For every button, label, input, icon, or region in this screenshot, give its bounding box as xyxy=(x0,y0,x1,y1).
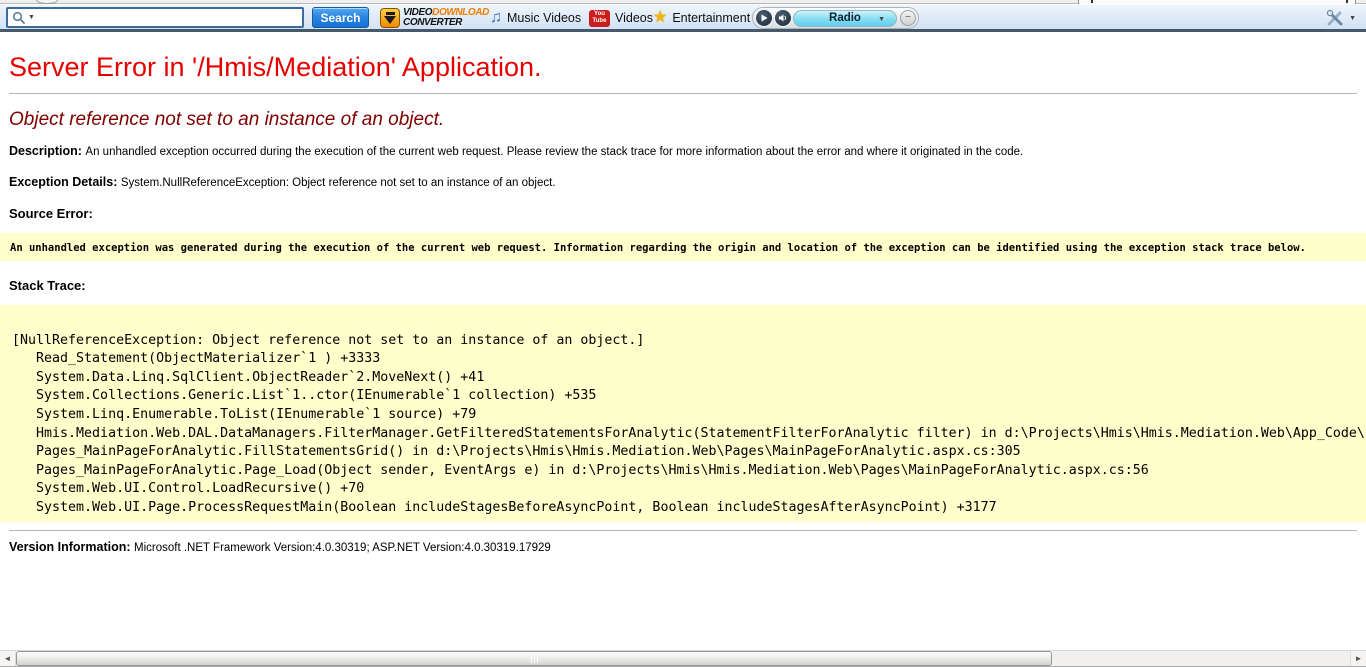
logo-text: VIDEODOWNLOAD CONVERTER xyxy=(403,8,489,28)
collapse-player-button[interactable]: − xyxy=(900,10,916,26)
radio-station-dropdown[interactable]: Radio ▼ xyxy=(793,10,897,27)
error-page: Server Error in '/Hmis/Mediation' Applic… xyxy=(0,35,1366,554)
video-download-converter-logo[interactable]: VIDEODOWNLOAD CONVERTER xyxy=(380,7,489,29)
scrollbar-thumb[interactable] xyxy=(16,651,1052,666)
radio-station-label: Radio xyxy=(829,12,861,24)
speaker-icon xyxy=(778,13,788,23)
toolbar-link-label: Entertainment xyxy=(672,11,750,25)
scroll-left-button[interactable]: ◄ xyxy=(0,651,16,666)
tools-icon xyxy=(1325,8,1345,28)
toolbar-settings-menu[interactable]: ▼ xyxy=(1325,8,1360,28)
page-title: Server Error in '/Hmis/Mediation' Applic… xyxy=(9,52,1357,83)
browser-window: ▼ Search VIDEODOWNLOAD CONVERTER ♫ Music… xyxy=(0,0,1366,667)
toolbar-link-music-videos[interactable]: ♫ Music Videos xyxy=(490,8,581,28)
music-note-icon: ♫ xyxy=(490,10,502,26)
volume-button[interactable] xyxy=(774,9,792,27)
version-information-line: Version Information: Microsoft .NET Fram… xyxy=(9,540,1357,554)
scroll-right-button[interactable]: ► xyxy=(1350,651,1366,666)
search-input[interactable] xyxy=(39,11,298,25)
chevron-down-icon: ▼ xyxy=(1349,15,1356,22)
description-line: Description: An unhandled exception occu… xyxy=(9,144,1357,158)
exception-details-label: Exception Details: xyxy=(9,175,121,189)
toolbar-link-entertainment[interactable]: ★ Entertainment xyxy=(653,8,750,28)
version-information-label: Version Information: xyxy=(9,540,134,554)
stack-trace-heading: Stack Trace: xyxy=(9,278,1357,293)
source-error-heading: Source Error: xyxy=(9,206,1357,221)
search-box[interactable]: ▼ xyxy=(6,7,304,28)
search-scope-caret-icon[interactable]: ▼ xyxy=(28,14,35,21)
download-arrow-icon xyxy=(380,8,400,28)
toolbar-link-label: Videos xyxy=(615,11,653,25)
tab-edge-fragment xyxy=(36,0,58,4)
divider xyxy=(9,530,1357,531)
logo-word-converter: CONVERTER xyxy=(403,18,489,28)
horizontal-scrollbar[interactable]: ◄ ► xyxy=(0,650,1366,667)
stack-trace-box: [NullReferenceException: Object referenc… xyxy=(0,305,1366,522)
chevron-down-icon: ▼ xyxy=(878,16,885,23)
play-button[interactable] xyxy=(755,9,773,27)
browser-toolbar: ▼ Search VIDEODOWNLOAD CONVERTER ♫ Music… xyxy=(0,5,1366,32)
menu-bar-fragment xyxy=(1078,0,1356,4)
exception-details-text: System.NullReferenceException: Object re… xyxy=(121,177,556,189)
version-information-text: Microsoft .NET Framework Version:4.0.303… xyxy=(134,542,551,554)
play-icon xyxy=(760,14,768,22)
toolbar-link-videos[interactable]: YouTube Videos xyxy=(589,8,653,28)
thumb-grip-icon xyxy=(531,655,538,663)
youtube-icon: YouTube xyxy=(589,10,610,27)
star-icon: ★ xyxy=(653,10,667,26)
radio-player: Radio ▼ − xyxy=(752,7,919,29)
description-label: Description: xyxy=(9,144,85,158)
divider xyxy=(9,93,1357,94)
text-fragment xyxy=(1091,0,1093,3)
source-error-box: An unhandled exception was generated dur… xyxy=(0,233,1366,261)
toolbar-link-label: Music Videos xyxy=(507,11,581,25)
source-error-text: An unhandled exception was generated dur… xyxy=(10,242,1306,254)
window-top-strip xyxy=(0,0,1366,4)
text-fragment xyxy=(1346,0,1348,3)
exception-details-line: Exception Details: System.NullReferenceE… xyxy=(9,175,1357,189)
description-text: An unhandled exception occurred during t… xyxy=(85,146,1023,158)
error-subtitle: Object reference not set to an instance … xyxy=(9,109,1357,131)
stack-trace-text: [NullReferenceException: Object referenc… xyxy=(0,305,1366,522)
search-icon xyxy=(12,11,26,25)
search-button[interactable]: Search xyxy=(312,7,369,28)
